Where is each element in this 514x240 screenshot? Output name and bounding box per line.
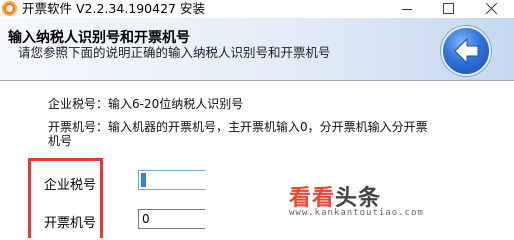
page-subtitle: 请您参照下面的说明正确的输入纳税人识别号和开票机号	[18, 45, 331, 60]
back-arrow-icon[interactable]	[441, 26, 491, 76]
minimize-button[interactable]	[386, 0, 426, 18]
tax-id-label: 企业税号	[44, 178, 97, 193]
window-title: 开票软件 V2.2.34.190427 安装	[22, 1, 205, 16]
tax-id-instruction: 企业税号：输入6-20位纳税人识别号	[48, 97, 244, 111]
invoice-machine-label: 开票机号	[44, 216, 97, 231]
invoice-machine-instruction-cont: 机号	[48, 134, 73, 148]
wizard-header: 输入纳税人识别号和开票机号 请您参照下面的说明正确的输入纳税人识别号和开票机号	[0, 18, 514, 80]
text-cursor	[141, 173, 146, 187]
watermark-url: www.kankantoutiao.com	[289, 208, 424, 218]
header-divider-highlight	[0, 81, 514, 82]
invoice-machine-instruction: 开票机号：输入机器的开票机号，主开票机输入0，分开票机输入分开票	[48, 120, 428, 134]
maximize-button[interactable]	[428, 0, 468, 18]
watermark: 看看头条 www.kankantoutiao.com	[205, 170, 514, 238]
invoice-machine-value: 0	[142, 212, 150, 226]
close-button[interactable]	[470, 0, 514, 18]
title-bar[interactable]: 开票软件 V2.2.34.190427 安装	[0, 0, 514, 18]
app-logo-icon	[2, 1, 17, 16]
